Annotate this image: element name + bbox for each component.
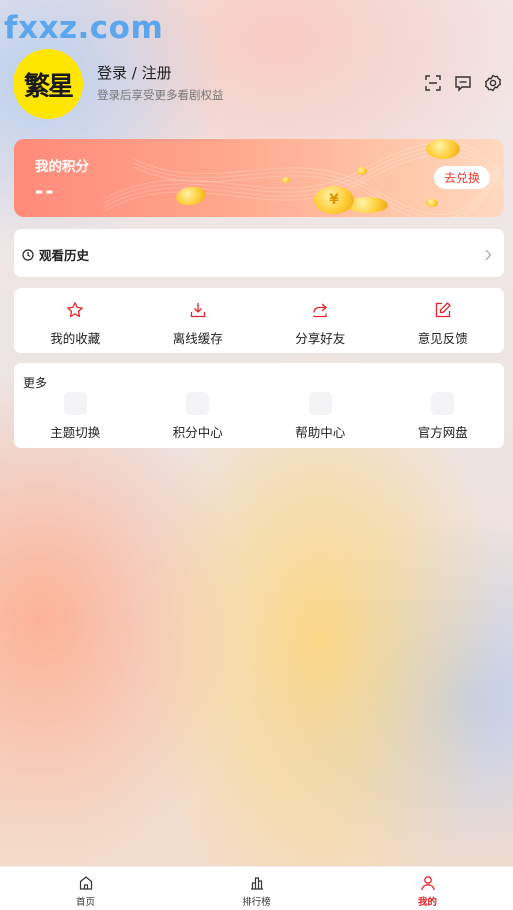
more-item-label: 官方网盘 bbox=[417, 425, 468, 440]
action-label: 分享好友 bbox=[295, 331, 346, 346]
theme-switch-button[interactable]: 主题切换 bbox=[14, 392, 137, 441]
more-item-label: 帮助中心 bbox=[295, 425, 346, 440]
coin-symbol: ¥ bbox=[329, 192, 339, 208]
tab-label: 首页 bbox=[75, 897, 95, 908]
points-center-button[interactable]: 积分中心 bbox=[137, 392, 260, 441]
cloud-drive-icon bbox=[431, 392, 455, 415]
action-label: 离线缓存 bbox=[172, 331, 223, 346]
share-icon bbox=[311, 301, 329, 319]
message-icon[interactable] bbox=[453, 73, 473, 93]
more-title: 更多 bbox=[23, 376, 48, 390]
clock-icon bbox=[22, 246, 34, 265]
points-value: -- bbox=[35, 179, 56, 203]
scan-icon[interactable] bbox=[423, 73, 443, 93]
more-item-label: 主题切换 bbox=[50, 425, 101, 440]
theme-icon bbox=[63, 392, 87, 415]
coin-decoration bbox=[426, 199, 438, 207]
watch-history-label: 观看历史 bbox=[39, 248, 90, 263]
user-icon bbox=[420, 875, 436, 891]
chart-icon bbox=[249, 875, 265, 891]
tab-label: 排行榜 bbox=[242, 897, 271, 908]
edit-icon bbox=[434, 301, 452, 319]
tab-ranking[interactable]: 排行榜 bbox=[171, 867, 342, 910]
help-icon bbox=[308, 392, 332, 415]
redeem-button[interactable]: 去兑换 bbox=[433, 166, 490, 189]
points-title: 我的积分 bbox=[35, 159, 89, 175]
avatar[interactable]: 繁星 bbox=[13, 49, 83, 119]
coin-decoration bbox=[282, 177, 290, 183]
coin-decoration bbox=[357, 167, 367, 175]
points-center-icon bbox=[186, 392, 210, 415]
login-subtitle: 登录后享受更多看剧权益 bbox=[97, 88, 224, 102]
login-register-link[interactable]: 登录 / 注册 bbox=[97, 62, 172, 83]
coin-decoration bbox=[426, 139, 460, 159]
more-section: 更多 主题切换 积分中心 帮助中心 官方网盘 bbox=[14, 363, 504, 448]
chevron-right-icon bbox=[484, 246, 492, 265]
download-icon bbox=[189, 301, 207, 319]
help-center-button[interactable]: 帮助中心 bbox=[259, 392, 382, 441]
share-friends-button[interactable]: 分享好友 bbox=[259, 288, 382, 353]
tab-mine[interactable]: 我的 bbox=[342, 867, 513, 910]
tab-label: 我的 bbox=[417, 897, 437, 908]
official-cloud-drive-button[interactable]: 官方网盘 bbox=[382, 392, 505, 441]
more-item-label: 积分中心 bbox=[172, 425, 223, 440]
feedback-button[interactable]: 意见反馈 bbox=[382, 288, 505, 353]
home-icon bbox=[78, 875, 94, 891]
watch-history-row[interactable]: 观看历史 bbox=[14, 229, 504, 277]
watermark-text: fxxz.com bbox=[4, 10, 164, 46]
bottom-tab-bar: 首页 排行榜 我的 bbox=[0, 866, 513, 910]
points-card[interactable]: 我的积分 -- ¥ 去兑换 bbox=[14, 139, 504, 217]
quick-actions: 我的收藏 离线缓存 分享好友 意见反馈 bbox=[14, 288, 504, 353]
favorites-button[interactable]: 我的收藏 bbox=[14, 288, 137, 353]
header-actions bbox=[423, 73, 503, 93]
coin-yuan-icon: ¥ bbox=[314, 186, 354, 214]
action-label: 意见反馈 bbox=[417, 331, 468, 346]
offline-cache-button[interactable]: 离线缓存 bbox=[137, 288, 260, 353]
more-items: 主题切换 积分中心 帮助中心 官方网盘 bbox=[14, 392, 504, 441]
action-label: 我的收藏 bbox=[50, 331, 101, 346]
tab-home[interactable]: 首页 bbox=[0, 867, 171, 910]
star-icon bbox=[66, 301, 84, 319]
gear-icon[interactable] bbox=[483, 73, 503, 93]
